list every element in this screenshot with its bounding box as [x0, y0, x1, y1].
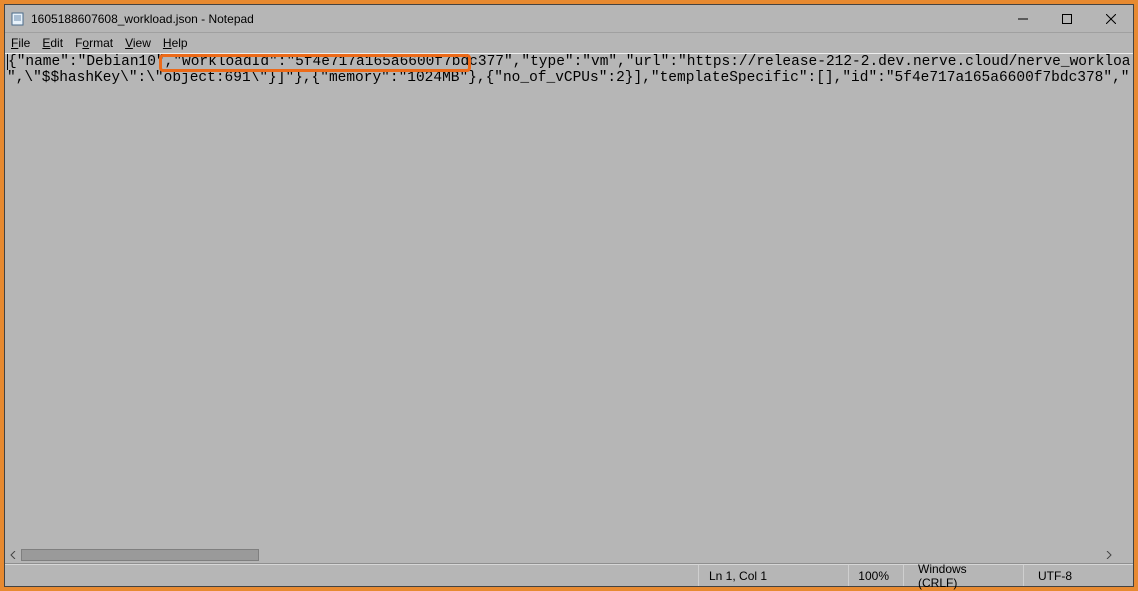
- scroll-thumb[interactable]: [21, 549, 259, 561]
- maximize-button[interactable]: [1045, 5, 1089, 33]
- scrollbar-corner: [1117, 547, 1133, 563]
- text-editor[interactable]: {"name":"Debian10","workloadId":"5f4e717…: [7, 54, 1131, 547]
- scroll-right-button[interactable]: [1101, 547, 1117, 563]
- status-zoom: 100%: [848, 565, 903, 586]
- scroll-track[interactable]: [21, 547, 1101, 563]
- window-title: 1605188607608_workload.json - Notepad: [31, 12, 1001, 26]
- scroll-left-button[interactable]: [5, 547, 21, 563]
- status-line-ending: Windows (CRLF): [903, 565, 1023, 586]
- text-line: ",\"$$hashKey\":\"object:691\"}]"},{"mem…: [7, 70, 1131, 86]
- title-bar[interactable]: 1605188607608_workload.json - Notepad: [5, 5, 1133, 33]
- editor-area: {"name":"Debian10","workloadId":"5f4e717…: [5, 53, 1133, 564]
- menu-edit[interactable]: Edit: [42, 36, 63, 50]
- text-line: {"name":"Debian10","workloadId":"5f4e717…: [7, 54, 1131, 70]
- minimize-button[interactable]: [1001, 5, 1045, 33]
- close-button[interactable]: [1089, 5, 1133, 33]
- menu-bar: File Edit Format View Help: [5, 33, 1133, 53]
- window-controls: [1001, 5, 1133, 33]
- horizontal-scrollbar[interactable]: [5, 547, 1117, 563]
- notepad-window: 1605188607608_workload.json - Notepad Fi…: [4, 4, 1134, 587]
- status-bar: Ln 1, Col 1 100% Windows (CRLF) UTF-8: [5, 564, 1133, 586]
- menu-view[interactable]: View: [125, 36, 151, 50]
- menu-file[interactable]: File: [11, 36, 30, 50]
- status-encoding: UTF-8: [1023, 565, 1133, 586]
- status-position: Ln 1, Col 1: [698, 565, 848, 586]
- menu-help[interactable]: Help: [163, 36, 188, 50]
- menu-format[interactable]: Format: [75, 36, 113, 50]
- notepad-icon: [11, 12, 25, 26]
